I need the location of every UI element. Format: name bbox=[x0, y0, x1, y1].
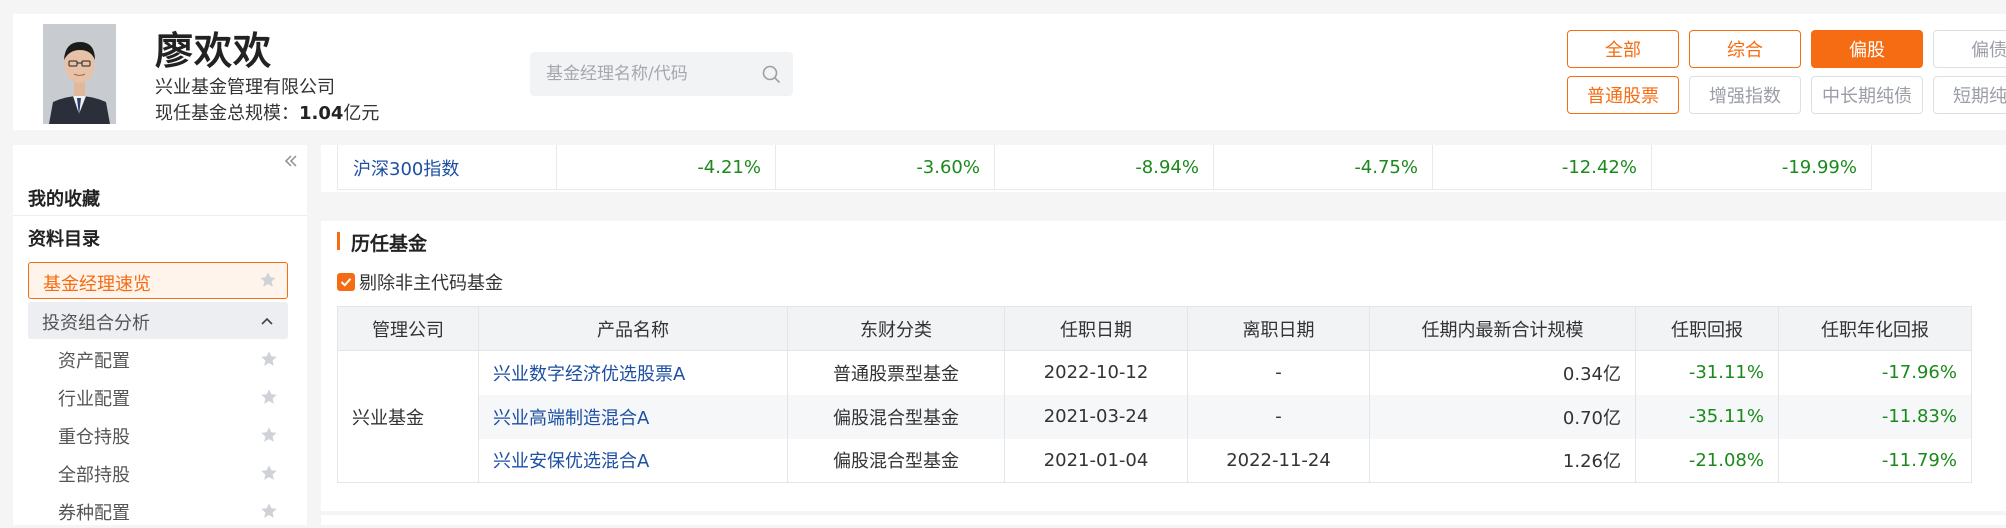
table-row: 兴业高端制造混合A 偏股混合型基金 2021-03-24 - 0.70亿 -35… bbox=[338, 394, 1972, 439]
sidebar-group-portfolio-analysis[interactable]: 投资组合分析 bbox=[28, 302, 288, 339]
fund-name-link[interactable]: 兴业数字经济优选股票A bbox=[478, 350, 788, 395]
manager-total-scale: 现任基金总规模：1.04亿元 bbox=[155, 99, 379, 125]
end-date-cell: - bbox=[1187, 350, 1370, 395]
scale-cell: 0.70亿 bbox=[1369, 394, 1636, 439]
history-funds-section: 历任基金 剔除非主代码基金 管理公司 产品名称 东财分类 任职日期 离职日期 任… bbox=[321, 221, 2006, 511]
filter-equity-button[interactable]: 偏股 bbox=[1811, 30, 1923, 68]
sidebar-item-industry-allocation[interactable]: 行业配置 bbox=[28, 380, 288, 414]
star-icon[interactable] bbox=[260, 350, 278, 368]
checkbox-checked-icon[interactable] bbox=[337, 273, 355, 291]
column-header: 任职回报 bbox=[1635, 306, 1779, 351]
start-date-cell: 2021-01-04 bbox=[1004, 438, 1188, 483]
end-date-cell: 2022-11-24 bbox=[1187, 438, 1370, 483]
section-title: 历任基金 bbox=[337, 229, 427, 256]
filter-all-button[interactable]: 全部 bbox=[1567, 30, 1679, 68]
portrait-image bbox=[43, 24, 116, 124]
manager-search-input[interactable] bbox=[546, 62, 746, 86]
sidebar-item-top-holdings[interactable]: 重仓持股 bbox=[28, 418, 288, 452]
sidebar-catalog: 资料目录 bbox=[28, 229, 100, 250]
sidebar-item-bond-allocation[interactable]: 券种配置 bbox=[28, 494, 288, 528]
manager-avatar bbox=[43, 24, 116, 124]
filter-common-stock-button[interactable]: 普通股票 bbox=[1567, 76, 1679, 114]
benchmark-value: -8.94% bbox=[995, 145, 1214, 190]
sidebar-divider bbox=[13, 215, 307, 216]
annual-return-cell: -11.83% bbox=[1778, 394, 1972, 439]
scale-value: 1.04 bbox=[299, 103, 344, 124]
column-header: 任期内最新合计规模 bbox=[1369, 306, 1636, 351]
filter-enhanced-index-button[interactable]: 增强指数 bbox=[1689, 76, 1801, 114]
benchmark-value: -4.21% bbox=[557, 145, 776, 190]
annual-return-cell: -17.96% bbox=[1778, 350, 1972, 395]
filter-short-term-bond-button[interactable]: 短期纯债 bbox=[1933, 76, 2006, 114]
sidebar-item-label: 券种配置 bbox=[58, 503, 130, 524]
category-cell: 偏股混合型基金 bbox=[787, 438, 1005, 483]
column-header: 任职日期 bbox=[1004, 306, 1188, 351]
filter-mixed-button[interactable]: 综合 bbox=[1689, 30, 1801, 68]
star-icon[interactable] bbox=[260, 464, 278, 482]
scale-cell: 1.26亿 bbox=[1369, 438, 1636, 483]
sidebar-item-all-holdings[interactable]: 全部持股 bbox=[28, 456, 288, 490]
return-cell: -21.08% bbox=[1635, 438, 1779, 483]
scale-label: 现任基金总规模： bbox=[155, 103, 299, 124]
exclude-non-main-checkbox[interactable]: 剔除非主代码基金 bbox=[337, 269, 503, 295]
benchmark-name[interactable]: 沪深300指数 bbox=[338, 145, 557, 190]
sidebar: 我的收藏 资料目录 基金经理速览 投资组合分析 资产配置 行业配置 重仓持股 全… bbox=[13, 145, 307, 525]
sidebar-group-label: 投资组合分析 bbox=[42, 313, 150, 334]
annual-return-cell: -11.79% bbox=[1778, 438, 1972, 483]
table-row: 兴业基金 兴业数字经济优选股票A 普通股票型基金 2022-10-12 - 0.… bbox=[337, 350, 1972, 483]
category-cell: 偏股混合型基金 bbox=[787, 394, 1005, 439]
column-header: 任职年化回报 bbox=[1778, 306, 1972, 351]
benchmark-value: -12.42% bbox=[1433, 145, 1652, 190]
start-date-cell: 2022-10-12 bbox=[1004, 350, 1188, 395]
sidebar-item-label: 全部持股 bbox=[58, 465, 130, 486]
return-cell: -35.11% bbox=[1635, 394, 1779, 439]
star-icon[interactable] bbox=[260, 426, 278, 444]
column-header: 东财分类 bbox=[787, 306, 1005, 351]
start-date-cell: 2021-03-24 bbox=[1004, 394, 1188, 439]
checkbox-label: 剔除非主代码基金 bbox=[359, 273, 503, 294]
sidebar-item-label: 基金经理速览 bbox=[43, 274, 151, 295]
table-row: 兴业安保优选混合A 偏股混合型基金 2021-01-04 2022-11-24 … bbox=[338, 438, 1972, 483]
table-header-row: 管理公司 产品名称 东财分类 任职日期 离职日期 任期内最新合计规模 任职回报 … bbox=[337, 306, 1972, 351]
fund-type-filter: 全部 综合 偏股 偏债 bbox=[1567, 30, 2006, 68]
scale-cell: 0.34亿 bbox=[1369, 350, 1636, 395]
sidebar-item-label: 资产配置 bbox=[58, 351, 130, 372]
manager-company: 兴业基金管理有限公司 bbox=[155, 77, 335, 98]
manager-header: 廖欢欢 兴业基金管理有限公司 现任基金总规模：1.04亿元 全部 综合 偏股 偏… bbox=[13, 14, 2006, 130]
double-chevron-left-icon[interactable] bbox=[283, 153, 299, 169]
benchmark-row: 沪深300指数 -4.21% -3.60% -8.94% -4.75% -12.… bbox=[337, 145, 1872, 190]
column-header: 管理公司 bbox=[337, 306, 479, 351]
filter-long-term-bond-button[interactable]: 中长期纯债 bbox=[1811, 76, 1923, 114]
column-header: 产品名称 bbox=[478, 306, 788, 351]
benchmark-value: -4.75% bbox=[1214, 145, 1433, 190]
manager-name: 廖欢欢 bbox=[155, 29, 273, 73]
next-section-edge bbox=[321, 515, 2006, 525]
company-cell: 兴业基金 bbox=[337, 350, 479, 483]
benchmark-value: -3.60% bbox=[776, 145, 995, 190]
fund-name-link[interactable]: 兴业高端制造混合A bbox=[478, 394, 788, 439]
fund-subtype-filter: 普通股票 增强指数 中长期纯债 短期纯债 bbox=[1567, 76, 2006, 114]
star-icon[interactable] bbox=[260, 388, 278, 406]
category-cell: 普通股票型基金 bbox=[787, 350, 1005, 395]
return-cell: -31.11% bbox=[1635, 350, 1779, 395]
end-date-cell: - bbox=[1187, 394, 1370, 439]
search-icon[interactable] bbox=[761, 64, 781, 84]
star-icon[interactable] bbox=[259, 271, 277, 289]
sidebar-item-manager-overview[interactable]: 基金经理速览 bbox=[28, 262, 288, 299]
fund-name-link[interactable]: 兴业安保优选混合A bbox=[478, 438, 788, 483]
column-header: 离职日期 bbox=[1187, 306, 1370, 351]
sidebar-item-label: 重仓持股 bbox=[58, 427, 130, 448]
sidebar-favorites[interactable]: 我的收藏 bbox=[28, 185, 100, 211]
manager-search bbox=[530, 52, 793, 96]
scale-unit: 亿元 bbox=[343, 103, 380, 124]
sidebar-item-label: 行业配置 bbox=[58, 389, 130, 410]
filter-bond-button[interactable]: 偏债 bbox=[1933, 30, 2006, 68]
history-funds-table: 管理公司 产品名称 东财分类 任职日期 离职日期 任期内最新合计规模 任职回报 … bbox=[337, 306, 1972, 483]
sidebar-item-asset-allocation[interactable]: 资产配置 bbox=[28, 342, 288, 376]
star-icon[interactable] bbox=[260, 502, 278, 520]
chevron-up-icon bbox=[261, 317, 273, 325]
benchmark-value: -19.99% bbox=[1781, 157, 1857, 178]
benchmark-strip: 沪深300指数 -4.21% -3.60% -8.94% -4.75% -12.… bbox=[321, 145, 2006, 192]
